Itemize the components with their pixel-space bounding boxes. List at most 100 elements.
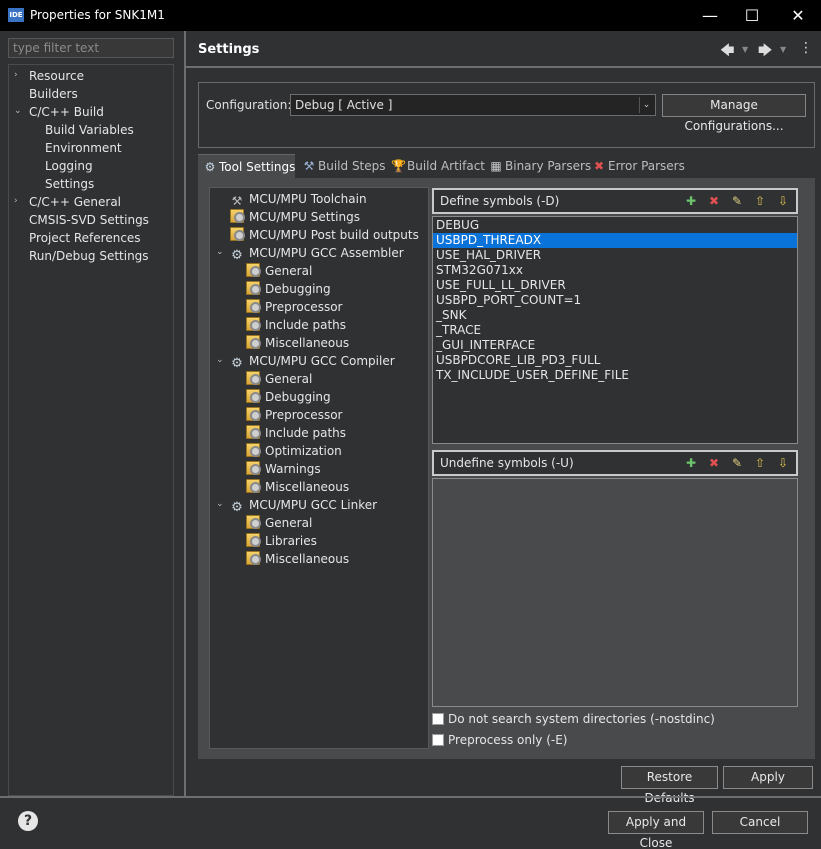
view-menu-icon[interactable]: ⋮	[799, 40, 813, 56]
chevron-down-icon[interactable]: ⌄	[639, 97, 653, 113]
tool-tree-item[interactable]: ⚙ MCU/MPU GCC Assembler	[230, 244, 404, 263]
expand-toggle-icon[interactable]: ⌄	[216, 247, 224, 257]
cancel-button[interactable]: Cancel	[712, 811, 808, 834]
undefine-symbols-title: Undefine symbols (-U)	[440, 456, 574, 470]
tool-tree-item[interactable]: Preprocessor	[246, 298, 342, 316]
tool-tree-item[interactable]: General	[246, 262, 312, 280]
tool-tree-label: Debugging	[265, 390, 331, 404]
apply-button[interactable]: Apply	[723, 766, 813, 789]
help-icon[interactable]: ?	[18, 811, 38, 831]
expand-toggle-icon[interactable]: ⌄	[216, 355, 224, 365]
tool-tree-label: Preprocessor	[265, 300, 343, 314]
restore-defaults-button[interactable]: Restore Defaults	[621, 766, 718, 805]
tool-tree-item[interactable]: General	[246, 514, 312, 532]
tab-error-parsers[interactable]: ✖ Error Parsers	[587, 154, 685, 178]
delete-icon[interactable]: ✖	[705, 193, 723, 209]
nav-item[interactable]: Project References	[29, 229, 141, 247]
move-up-icon[interactable]: ⇧	[751, 193, 769, 209]
tab-tool-settings[interactable]: ⚙ Tool Settings	[198, 154, 295, 178]
gear-icon: ⚙	[231, 248, 243, 263]
forward-menu-icon[interactable]: ▼	[780, 45, 786, 54]
nav-item[interactable]: Builders	[29, 85, 78, 103]
maximize-button[interactable]: ☐	[730, 0, 774, 31]
folder-icon	[246, 335, 261, 349]
nav-item[interactable]: CMSIS-SVD Settings	[29, 211, 149, 229]
undefine-symbols-list[interactable]	[432, 478, 798, 707]
edit-icon[interactable]: ✎	[728, 193, 746, 209]
move-down-icon[interactable]: ⇩	[774, 455, 792, 471]
tool-tree-label: Miscellaneous	[265, 552, 350, 566]
expand-toggle-icon[interactable]: ⌄	[216, 499, 224, 509]
tool-tree-label: Include paths	[265, 318, 347, 332]
edit-icon[interactable]: ✎	[728, 455, 746, 471]
add-icon[interactable]: ✚	[682, 455, 700, 471]
tab-binary-parsers[interactable]: ▦ Binary Parsers	[484, 154, 591, 178]
symbol-list-item[interactable]: _TRACE	[433, 323, 797, 338]
tool-tree-item[interactable]: Miscellaneous	[246, 550, 349, 568]
folder-icon	[246, 389, 261, 403]
nav-item[interactable]: Logging	[45, 157, 93, 175]
folder-icon	[246, 317, 261, 331]
tool-tree-item[interactable]: MCU/MPU Post build outputs	[230, 226, 419, 244]
toolchain-icon: ⚒	[231, 194, 243, 208]
nav-item[interactable]: Run/Debug Settings	[29, 247, 149, 265]
configuration-select[interactable]: Debug [ Active ] ⌄	[290, 94, 656, 116]
expand-toggle-icon[interactable]: ⌄	[14, 106, 22, 116]
tool-tree-item[interactable]: MCU/MPU Settings	[230, 208, 360, 226]
tool-tree-item[interactable]: Debugging	[246, 388, 331, 406]
symbol-list-item[interactable]: _GUI_INTERFACE	[433, 338, 797, 353]
tool-tree-label: Libraries	[265, 534, 317, 548]
nav-item[interactable]: Environment	[45, 139, 122, 157]
add-icon[interactable]: ✚	[682, 193, 700, 209]
tool-tree-label: MCU/MPU Settings	[249, 210, 360, 224]
minimize-button[interactable]: —	[688, 0, 732, 31]
apply-and-close-button[interactable]: Apply and Close	[608, 811, 704, 849]
tool-tree-item[interactable]: Miscellaneous	[246, 334, 349, 352]
filter-input[interactable]: type filter text	[8, 38, 174, 58]
symbol-list-item[interactable]: STM32G071xx	[433, 263, 797, 278]
tool-tree-item[interactable]: Include paths	[246, 316, 346, 334]
symbol-list-item[interactable]: USE_HAL_DRIVER	[433, 248, 797, 263]
tool-tree-item[interactable]: ⚙ MCU/MPU GCC Linker	[230, 496, 377, 515]
tool-tree-item[interactable]: Warnings	[246, 460, 321, 478]
define-symbols-list[interactable]: DEBUG USBPD_THREADX USE_HAL_DRIVER STM32G07…	[432, 216, 798, 444]
move-up-icon[interactable]: ⇧	[751, 455, 769, 471]
nav-item[interactable]: Resource	[29, 67, 84, 85]
back-icon[interactable]: 🡄	[720, 40, 734, 64]
tool-settings-tree: ⚒ MCU/MPU Toolchain MCU/MPU Settings MCU/MP…	[209, 187, 429, 749]
symbol-list-item[interactable]: USE_FULL_LL_DRIVER	[433, 278, 797, 293]
nav-item[interactable]: Settings	[45, 175, 94, 193]
close-button[interactable]: ✕	[776, 0, 820, 31]
tab-build-steps[interactable]: ⚒ Build Steps	[297, 154, 386, 178]
tool-tree-item[interactable]: ⚒ MCU/MPU Toolchain	[230, 190, 367, 208]
expand-toggle-icon[interactable]: ›	[14, 196, 18, 206]
symbol-list-item[interactable]: DEBUG	[433, 218, 797, 233]
folder-icon	[246, 443, 261, 457]
tool-tree-item[interactable]: Miscellaneous	[246, 478, 349, 496]
symbol-list-item[interactable]: USBPD_THREADX	[433, 233, 797, 248]
tab-build-artifact[interactable]: 🏆Build Artifact	[386, 154, 485, 178]
symbol-list-item[interactable]: USBPD_PORT_COUNT=1	[433, 293, 797, 308]
nav-item[interactable]: Build Variables	[45, 121, 134, 139]
tool-tree-item[interactable]: Preprocessor	[246, 406, 342, 424]
expand-toggle-icon[interactable]: ›	[14, 70, 18, 80]
symbol-list-item[interactable]: _SNK	[433, 308, 797, 323]
nostdinc-checkbox[interactable]	[432, 713, 444, 725]
nav-item[interactable]: C/C++ General	[29, 193, 121, 211]
move-down-icon[interactable]: ⇩	[774, 193, 792, 209]
tool-tree-item[interactable]: Debugging	[246, 280, 331, 298]
tool-tree-item[interactable]: ⚙ MCU/MPU GCC Compiler	[230, 352, 394, 371]
manage-configurations-button[interactable]: Manage Configurations...	[662, 94, 806, 133]
symbol-list-item[interactable]: TX_INCLUDE_USER_DEFINE_FILE	[433, 368, 797, 383]
nav-item[interactable]: C/C++ Build	[29, 103, 104, 121]
tool-tree-item[interactable]: General	[246, 370, 312, 388]
sash-divider[interactable]	[184, 31, 186, 797]
tool-tree-item[interactable]: Include paths	[246, 424, 346, 442]
delete-icon[interactable]: ✖	[705, 455, 723, 471]
forward-icon[interactable]: 🡆	[758, 40, 772, 64]
preprocess-only-checkbox[interactable]	[432, 734, 444, 746]
symbol-list-item[interactable]: USBPDCORE_LIB_PD3_FULL	[433, 353, 797, 368]
tool-tree-item[interactable]: Libraries	[246, 532, 317, 550]
tool-tree-item[interactable]: Optimization	[246, 442, 342, 460]
back-menu-icon[interactable]: ▼	[742, 45, 748, 54]
